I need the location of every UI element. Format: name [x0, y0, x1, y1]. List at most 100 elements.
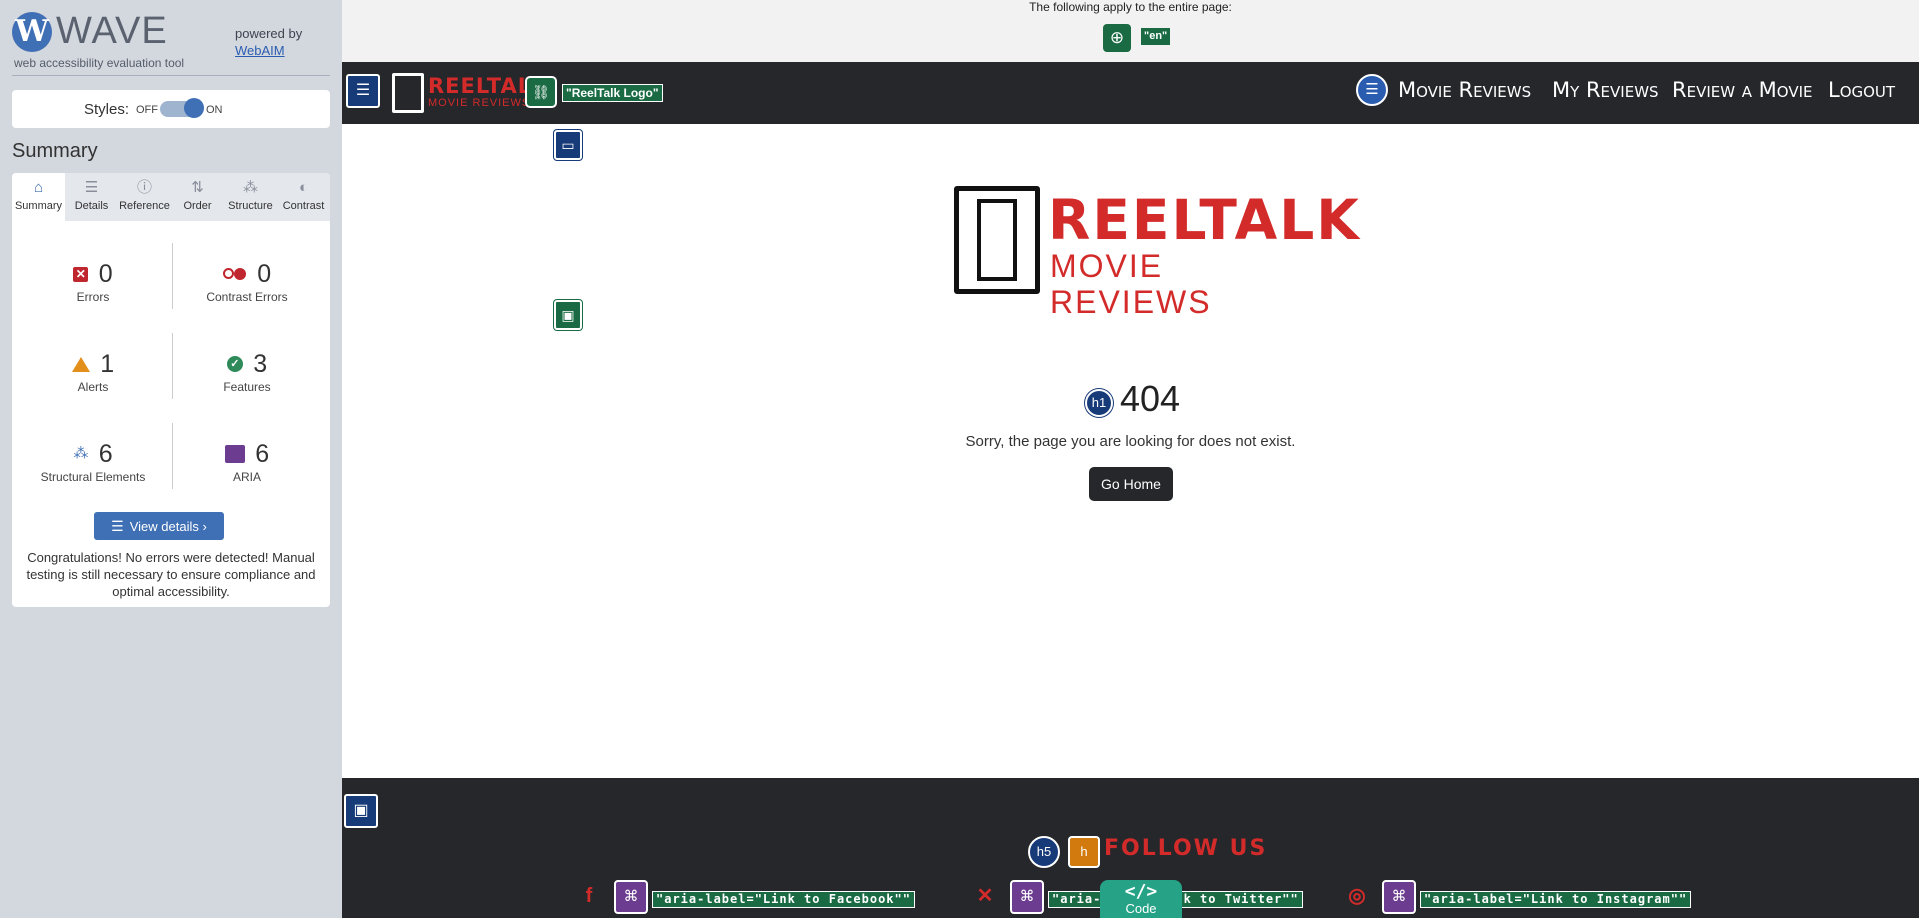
styles-toggle-box: Styles: OFF ON [12, 90, 330, 128]
page-notice-text: The following apply to the entire page: [1029, 0, 1232, 14]
logo-alt-tag: "ReelTalk Logo" [562, 84, 663, 102]
h1-badge-icon[interactable]: h1 [1085, 389, 1113, 417]
x-icon[interactable]: ✕ [974, 885, 996, 907]
structural-count: 6 [98, 440, 113, 468]
view-details-label: View details › [129, 519, 207, 534]
tab-reference[interactable]: ⓘ Reference [118, 173, 171, 221]
nav-link-logout[interactable]: Logout [1828, 78, 1895, 102]
globe-icon[interactable]: ⊕ [1103, 24, 1131, 52]
code-icon: </> [1124, 881, 1158, 902]
alerts-count: 1 [100, 350, 115, 378]
stat-features: ✓ 3 Features [172, 349, 322, 394]
webaim-link[interactable]: WebAIM [235, 43, 285, 58]
go-home-button[interactable]: Go Home [1089, 467, 1173, 501]
film-reel-icon [954, 186, 1040, 294]
hero-logo: REELTALK MOVIE REVIEWS [954, 186, 1359, 320]
structural-label: Structural Elements [40, 470, 146, 484]
wave-sidebar: W WAVE web accessibility evaluation tool… [0, 0, 342, 918]
page-notice-strip: The following apply to the entire page: … [342, 0, 1919, 62]
contrast-errors-label: Contrast Errors [206, 290, 288, 304]
aria-count: 6 [255, 440, 270, 468]
tab-order[interactable]: ⇅ Order [171, 173, 224, 221]
nav-link-movie-reviews[interactable]: Movie Reviews [1398, 78, 1531, 102]
contrast-error-icon [222, 267, 247, 281]
facebook-icon[interactable]: f [578, 885, 600, 907]
contrast-icon: ◐ [298, 179, 309, 196]
hero-logo-subtitle: MOVIE REVIEWS [1050, 248, 1212, 320]
nav-link-my-reviews[interactable]: My Reviews [1552, 78, 1659, 102]
tab-details-label: Details [74, 200, 109, 212]
tab-summary-label: Summary [14, 200, 63, 212]
aria-tag-icon[interactable]: ⌘ [1382, 880, 1416, 914]
aria-label-facebook: "aria-label="Link to Facebook"" [652, 891, 915, 908]
error-icon: ✕ [73, 266, 89, 282]
instagram-icon[interactable]: ◎ [1346, 885, 1368, 907]
footer-heading: FOLLOW US [1104, 836, 1268, 861]
wave-tabs: ⌂ Summary ☰ Details ⓘ Reference ⇅ Order … [12, 173, 330, 221]
errors-label: Errors [76, 290, 110, 304]
language-tag: "en" [1141, 28, 1171, 45]
alert-icon [71, 356, 90, 372]
styles-off-label: OFF [136, 104, 158, 116]
congrats-message: Congratulations! No errors were detected… [26, 550, 316, 599]
styles-toggle-knob[interactable] [184, 98, 204, 118]
stat-contrast-errors: 0 Contrast Errors [172, 259, 322, 304]
summary-heading: Summary [12, 140, 98, 162]
h5-badge-icon[interactable]: h5 [1028, 836, 1060, 868]
film-frame [977, 199, 1017, 281]
nav-link-review-a-movie[interactable]: Review a Movie [1672, 78, 1813, 102]
hero-logo-title: REELTALK [1048, 188, 1361, 252]
aria-label-instagram: "aria-label="Link to Instagram"" [1420, 891, 1692, 908]
view-details-button[interactable]: ☰ View details › [94, 512, 224, 540]
summary-panel: ⌂ Summary ☰ Details ⓘ Reference ⇅ Order … [12, 173, 330, 607]
order-icon: ⇅ [191, 179, 204, 196]
code-label: Code [1125, 901, 1157, 916]
film-reel-icon [392, 73, 424, 113]
linked-image-icon[interactable]: ⛓ [525, 76, 557, 108]
wave-logo-icon: W [12, 12, 52, 52]
powered-by-text: powered by [235, 26, 303, 41]
code-panel-toggle[interactable]: </> Code [1100, 880, 1182, 918]
structure-icon: ⁂ [73, 445, 89, 462]
alerts-label: Alerts [77, 380, 109, 394]
alert-heading-icon[interactable]: h [1068, 836, 1100, 868]
contrast-errors-count: 0 [257, 260, 272, 288]
tab-contrast[interactable]: ◐ Contrast [277, 173, 330, 221]
tab-summary[interactable]: ⌂ Summary [12, 173, 65, 221]
wave-title: WAVE [56, 10, 168, 52]
aria-label: ARIA [232, 470, 261, 484]
list-icon: ☰ [84, 179, 99, 196]
styles-label: Styles: [84, 101, 130, 118]
list-icon[interactable]: ☰ [1356, 74, 1388, 106]
nav-logo-subtitle: MOVIE REVIEWS [428, 97, 531, 109]
wave-subtitle: web accessibility evaluation tool [14, 56, 185, 70]
sidebar-divider [12, 75, 330, 76]
header-landmark-icon[interactable]: ☰ [346, 74, 380, 108]
features-count: 3 [253, 350, 268, 378]
page-title: 404 [1120, 378, 1181, 419]
stat-aria: 6 ARIA [172, 439, 322, 484]
features-label: Features [223, 380, 271, 394]
stat-errors: ✕ 0 Errors [18, 259, 168, 304]
tab-contrast-label: Contrast [282, 200, 325, 212]
footer-landmark-icon[interactable]: ▣ [344, 794, 378, 828]
page-area: The following apply to the entire page: … [342, 0, 1919, 918]
image-icon[interactable]: ▣ [554, 300, 582, 330]
styles-on-label: ON [206, 104, 223, 116]
main-landmark-icon[interactable]: ▭ [554, 130, 582, 160]
aria-tag-icon[interactable]: ⌘ [1010, 880, 1044, 914]
info-icon: ⓘ [136, 179, 152, 196]
tab-details[interactable]: ☰ Details [65, 173, 118, 221]
navbar: ☰ REELTALK MOVIE REVIEWS ⛓ "ReelTalk Log… [342, 62, 1919, 124]
list-icon: ☰ [111, 518, 124, 534]
error-message: Sorry, the page you are looking for does… [965, 433, 1296, 450]
errors-count: 0 [98, 260, 113, 288]
aria-icon [224, 445, 245, 463]
stat-structural: ⁂ 6 Structural Elements [18, 439, 168, 484]
tab-order-label: Order [183, 200, 212, 212]
tab-structure-label: Structure [228, 200, 273, 212]
stat-alerts: 1 Alerts [18, 349, 168, 394]
aria-tag-icon[interactable]: ⌘ [614, 880, 648, 914]
tab-structure[interactable]: ⁂ Structure [224, 173, 277, 221]
tab-reference-label: Reference [119, 200, 170, 212]
